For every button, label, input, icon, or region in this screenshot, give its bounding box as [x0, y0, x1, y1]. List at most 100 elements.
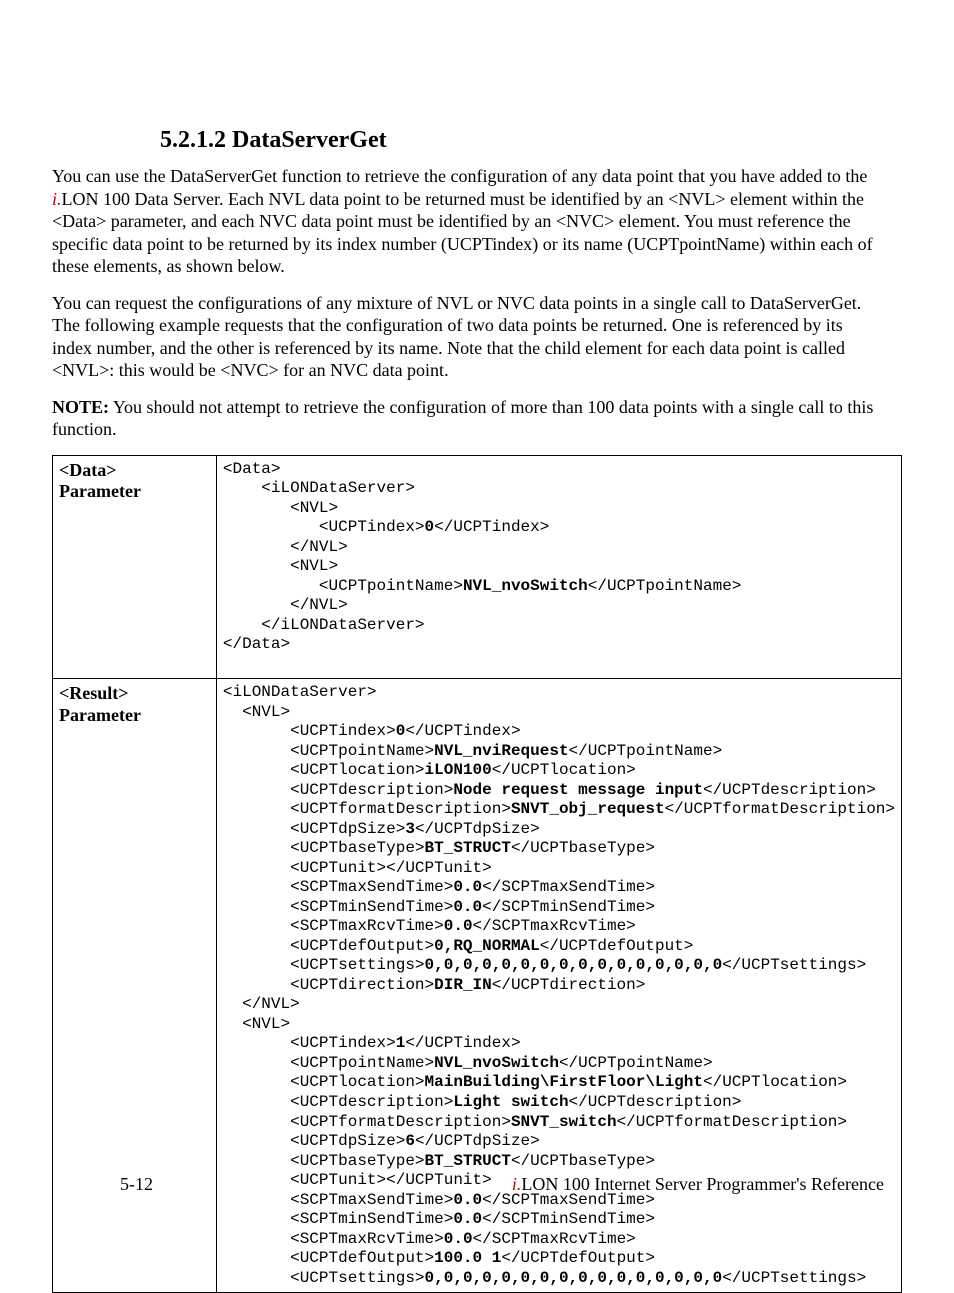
code-bold: 6: [405, 1132, 415, 1150]
code-line: </UCPTbaseType>: [511, 1152, 655, 1170]
italic-i: i.: [512, 1174, 522, 1194]
code-line: <UCPTindex>: [223, 1034, 396, 1052]
code-line: <UCPTformatDescription>: [223, 1113, 511, 1131]
code-line: </UCPTlocation>: [703, 1073, 847, 1091]
code-cell: <iLONDataServer> <NVL> <UCPTindex>0</UCP…: [216, 679, 901, 1293]
code-line: <iLONDataServer>: [223, 479, 415, 497]
code-bold: NVL_nvoSwitch: [434, 1054, 559, 1072]
code-bold: 0.0: [453, 1210, 482, 1228]
code-line: <UCPTbaseType>: [223, 839, 425, 857]
code-line: </SCPTminSendTime>: [482, 1210, 655, 1228]
paragraph: You can request the configurations of an…: [52, 292, 874, 382]
code-bold: BT_STRUCT: [425, 839, 511, 857]
code-line: <UCPTdpSize>: [223, 820, 405, 838]
code-line: <SCPTminSendTime>: [223, 898, 453, 916]
code-bold: 0.0: [444, 917, 473, 935]
code-line: <SCPTminSendTime>: [223, 1210, 453, 1228]
code-bold: DIR_IN: [434, 976, 492, 994]
code-line: <UCPTdescription>: [223, 1093, 453, 1111]
code-bold: 0.0: [444, 1230, 473, 1248]
table-row: <Result> Parameter <iLONDataServer> <NVL…: [53, 679, 902, 1293]
code-bold: BT_STRUCT: [425, 1152, 511, 1170]
code-bold: iLON100: [425, 761, 492, 779]
note-label: NOTE:: [52, 397, 109, 417]
code-line: </UCPTpointName>: [559, 1054, 713, 1072]
code-line: </UCPTdefOutput>: [501, 1249, 655, 1267]
parameter-table: <Data> Parameter <Data> <iLONDataServer>…: [52, 455, 902, 1293]
code-line: <UCPTformatDescription>: [223, 800, 511, 818]
code-bold: 0: [396, 722, 406, 740]
code-line: <SCPTmaxSendTime>: [223, 878, 453, 896]
code-line: </UCPTsettings>: [722, 1269, 866, 1287]
code-line: </UCPTlocation>: [492, 761, 636, 779]
code-line: <UCPTpointName>: [223, 1054, 434, 1072]
code-bold: NVL_nvoSwitch: [463, 577, 588, 595]
code-line: </Data>: [223, 635, 290, 653]
row-label: Parameter: [59, 705, 141, 725]
code-line: </UCPTindex>: [434, 518, 549, 536]
code-line: <UCPTbaseType>: [223, 1152, 425, 1170]
code-line: <Data>: [223, 460, 281, 478]
code-bold: SNVT_obj_request: [511, 800, 665, 818]
italic-i: i.: [52, 189, 62, 209]
code-line: <UCPTpointName>: [223, 577, 463, 595]
page-number: 5-12: [120, 1173, 153, 1196]
row-label: <Data>: [59, 460, 117, 480]
code-line: <UCPTlocation>: [223, 761, 425, 779]
code-line: </UCPTformatDescription>: [617, 1113, 847, 1131]
code-line: </SCPTmaxSendTime>: [482, 878, 655, 896]
code-line: </NVL>: [223, 596, 348, 614]
row-label: Parameter: [59, 481, 141, 501]
code-line: </UCPTdpSize>: [415, 820, 540, 838]
code-bold: 1: [396, 1034, 406, 1052]
code-line: <UCPTdpSize>: [223, 1132, 405, 1150]
code-line: </UCPTpointName>: [569, 742, 723, 760]
code-bold: SNVT_switch: [511, 1113, 617, 1131]
code-line: <UCPTpointName>: [223, 742, 434, 760]
code-line: </NVL>: [223, 538, 348, 556]
section-heading: 5.2.1.2 DataServerGet: [160, 125, 902, 155]
code-bold: NVL_nviRequest: [434, 742, 568, 760]
parameter-name-cell: <Data> Parameter: [53, 455, 217, 679]
code-line: <UCPTindex>: [223, 722, 396, 740]
code-line: <UCPTdefOutput>: [223, 937, 434, 955]
page-footer: 5-12 i.LON 100 Internet Server Programme…: [0, 1173, 954, 1196]
code-bold: 0: [425, 518, 435, 536]
code-line: <NVL>: [223, 557, 338, 575]
code-line: <UCPTsettings>: [223, 956, 425, 974]
table-row: <Data> Parameter <Data> <iLONDataServer>…: [53, 455, 902, 679]
code-line: <SCPTmaxRcvTime>: [223, 917, 444, 935]
text-run: LON 100 Data Server. Each NVL data point…: [52, 189, 873, 277]
code-line: <UCPTindex>: [223, 518, 425, 536]
note-paragraph: NOTE: You should not attempt to retrieve…: [52, 396, 874, 441]
code-line: </UCPTdefOutput>: [540, 937, 694, 955]
code-line: <NVL>: [223, 499, 338, 517]
code-line: <SCPTmaxRcvTime>: [223, 1230, 444, 1248]
code-line: </UCPTdpSize>: [415, 1132, 540, 1150]
code-line: <NVL>: [223, 703, 290, 721]
code-line: <UCPTlocation>: [223, 1073, 425, 1091]
code-line: </UCPTformatDescription>: [665, 800, 895, 818]
code-bold: 0,RQ_NORMAL: [434, 937, 540, 955]
code-bold: MainBuilding\FirstFloor\Light: [425, 1073, 703, 1091]
paragraph: You can use the DataServerGet function t…: [52, 165, 874, 278]
code-line: <UCPTdefOutput>: [223, 1249, 434, 1267]
code-line: </UCPTpointName>: [588, 577, 742, 595]
text-run: You can use the DataServerGet function t…: [52, 166, 867, 186]
code-line: <UCPTunit></UCPTunit>: [223, 859, 492, 877]
code-bold: Node request message input: [453, 781, 703, 799]
note-text: You should not attempt to retrieve the c…: [52, 397, 873, 440]
code-line: </SCPTmaxRcvTime>: [473, 917, 636, 935]
code-line: <UCPTdescription>: [223, 781, 453, 799]
code-bold: 0.0: [453, 878, 482, 896]
code-bold: 0,0,0,0,0,0,0,0,0,0,0,0,0,0,0,0: [425, 1269, 723, 1287]
code-bold: 0,0,0,0,0,0,0,0,0,0,0,0,0,0,0,0: [425, 956, 723, 974]
code-line: </UCPTindex>: [405, 722, 520, 740]
book-title: i.LON 100 Internet Server Programmer's R…: [512, 1173, 884, 1196]
text-run: LON 100 Internet Server Programmer's Ref…: [521, 1174, 884, 1194]
code-line: </UCPTdescription>: [569, 1093, 742, 1111]
code-line: </NVL>: [223, 995, 300, 1013]
code-bold: 3: [405, 820, 415, 838]
code-line: <iLONDataServer>: [223, 683, 377, 701]
code-line: </UCPTdirection>: [492, 976, 646, 994]
